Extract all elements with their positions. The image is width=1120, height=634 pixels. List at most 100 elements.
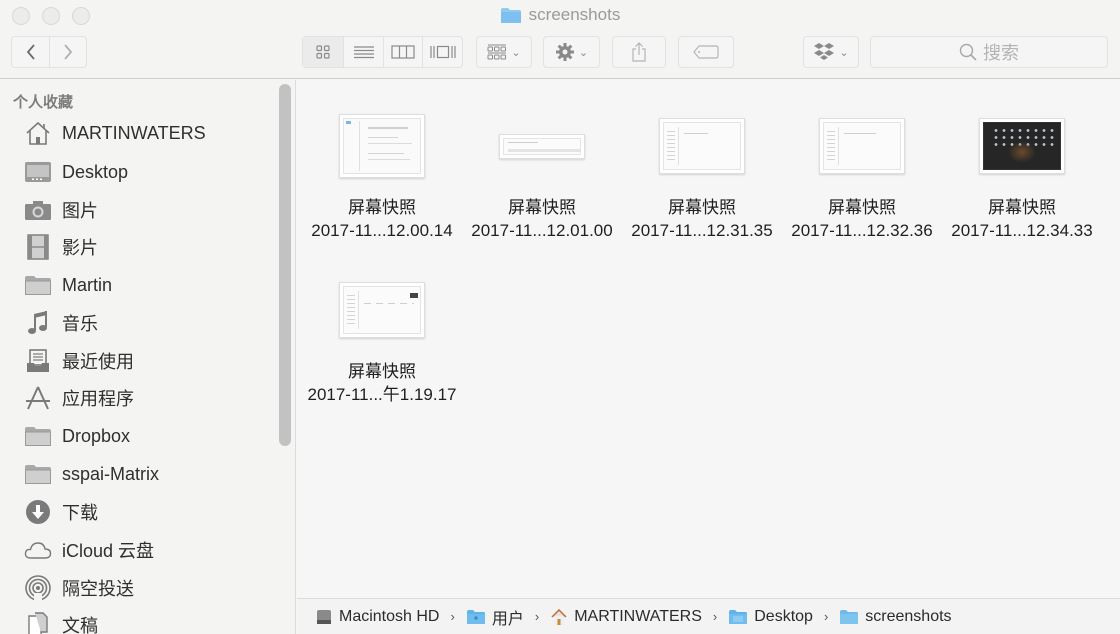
chevron-right-icon [64,44,73,60]
path-item-home[interactable]: MARTINWATERS [550,608,702,626]
sidebar-item-label: 文稿 [62,616,98,634]
camera-icon [25,201,51,220]
airdrop-icon [25,575,51,602]
dropbox-button[interactable]: ⌄ [803,36,859,68]
chevron-down-icon: ⌄ [511,46,521,59]
hard-drive-icon [317,609,331,624]
sidebar-item-label: 最近使用 [62,352,134,372]
path-item-screenshots[interactable]: screenshots [839,607,952,626]
chevron-down-icon: ⌄ [578,46,589,59]
path-bar: Macintosh HD › 用户 › MARTINWATERS › Deskt… [297,598,1120,634]
path-item-label: MARTINWATERS [574,607,702,625]
file-thumbnail [659,118,745,174]
file-date: 2017-11...12.01.00 [471,221,613,240]
sidebar-item-label: sspai-Matrix [62,463,160,484]
file-item[interactable]: 屏幕快照 2017-11...12.32.36 [782,96,942,242]
window-toolbar: screenshots ⌄ ⌄ ⌄ 搜索 [0,0,1120,79]
share-button[interactable] [612,36,666,68]
sidebar-item-label: 隔空投送 [62,579,134,599]
folder-icon [840,609,859,624]
icon-view-button[interactable] [303,37,344,67]
path-item-desktop[interactable]: Desktop [728,608,813,626]
list-view-button[interactable] [344,37,384,67]
icon-view-icon [316,45,330,59]
recents-icon [27,349,49,372]
file-thumbnail [339,114,425,178]
sidebar-item-desktop[interactable]: Desktop [24,157,128,187]
dropbox-icon [814,43,835,60]
file-name: 屏幕快照 [348,198,416,217]
file-item[interactable]: 屏幕快照 2017-11...12.34.33 [942,96,1102,242]
folder-icon [25,465,51,484]
chevron-down-icon: ⌄ [839,46,849,59]
sidebar-section-title: 个人收藏 [13,94,74,111]
sidebar-item-applications[interactable]: 应用程序 [24,383,134,413]
sidebar: 个人收藏 MARTINWATERS Desktop 图片 影片 Martin 音… [0,80,296,634]
folder-icon [729,609,748,624]
group-grid-icon [487,44,507,60]
back-button[interactable] [12,37,50,67]
sidebar-item-label: iCloud 云盘 [62,541,155,561]
folder-icon [25,427,51,446]
list-view-icon [353,46,374,59]
sidebar-item-airdrop[interactable]: 隔空投送 [24,573,134,603]
sidebar-item-label: 下载 [62,503,98,523]
download-icon [26,500,50,524]
tag-icon [693,45,719,59]
folder-icon [500,7,521,23]
sidebar-item-label: 影片 [62,238,98,258]
sidebar-item-martin[interactable]: Martin [24,270,112,300]
path-separator-icon: › [712,609,718,624]
sidebar-item-label: MARTINWATERS [62,122,206,143]
search-field[interactable]: 搜索 [870,36,1108,68]
sidebar-scrollbar[interactable] [279,84,291,446]
path-item-macintosh-hd[interactable]: Macintosh HD [315,608,439,626]
window-title-text: screenshots [528,5,621,24]
sidebar-item-documents[interactable]: 文稿 [24,610,98,634]
cover-flow-view-button[interactable] [423,37,462,67]
tag-button[interactable] [678,36,734,68]
sidebar-item-label: Desktop [62,161,129,182]
sidebar-item-sspai-matrix[interactable]: sspai-Matrix [24,459,159,489]
file-name: 屏幕快照 [828,198,896,217]
cloud-icon [24,542,52,559]
film-icon [27,234,49,260]
sidebar-item-recents[interactable]: 最近使用 [24,346,134,376]
sidebar-item-pictures[interactable]: 图片 [24,195,98,225]
sidebar-item-movies[interactable]: 影片 [24,232,98,262]
file-date: 2017-11...午1.19.17 [307,385,457,404]
file-item[interactable]: 屏幕快照 2017-11...午1.19.17 [302,260,462,406]
file-date: 2017-11...12.31.35 [631,221,773,240]
file-thumbnail [979,118,1065,174]
gear-icon [555,43,574,61]
file-item[interactable]: 屏幕快照 2017-11...12.01.00 [462,96,622,242]
file-item[interactable]: 屏幕快照 2017-11...12.31.35 [622,96,782,242]
file-date: 2017-11...12.32.36 [791,221,933,240]
sidebar-item-label: Dropbox [62,425,131,446]
file-thumbnail [339,282,425,338]
sidebar-item-music[interactable]: 音乐 [24,308,98,338]
sidebar-item-home[interactable]: MARTINWATERS [24,118,206,148]
sidebar-item-dropbox[interactable]: Dropbox [24,421,130,451]
sidebar-item-downloads[interactable]: 下载 [24,497,98,527]
desktop-icon [25,162,51,182]
sidebar-item-label: 应用程序 [62,389,134,409]
column-view-button[interactable] [384,37,423,67]
navigation-buttons [11,36,87,68]
search-placeholder: 搜索 [983,43,1019,63]
file-item[interactable]: 屏幕快照 2017-11...12.00.14 [302,96,462,242]
file-name: 屏幕快照 [348,362,416,381]
sidebar-item-label: 图片 [62,201,98,221]
window-title: screenshots [0,5,1120,25]
file-date: 2017-11...12.00.14 [311,221,453,240]
file-name: 屏幕快照 [668,198,736,217]
path-item-label: screenshots [865,607,952,625]
path-item-users[interactable]: 用户 [466,605,524,629]
sidebar-item-icloud[interactable]: iCloud 云盘 [24,535,154,565]
file-date: 2017-11...12.34.33 [951,221,1093,240]
cover-flow-icon [429,45,456,59]
music-note-icon [28,311,47,334]
action-button[interactable]: ⌄ [543,36,600,68]
forward-button[interactable] [50,37,86,67]
arrange-button[interactable]: ⌄ [476,36,532,68]
